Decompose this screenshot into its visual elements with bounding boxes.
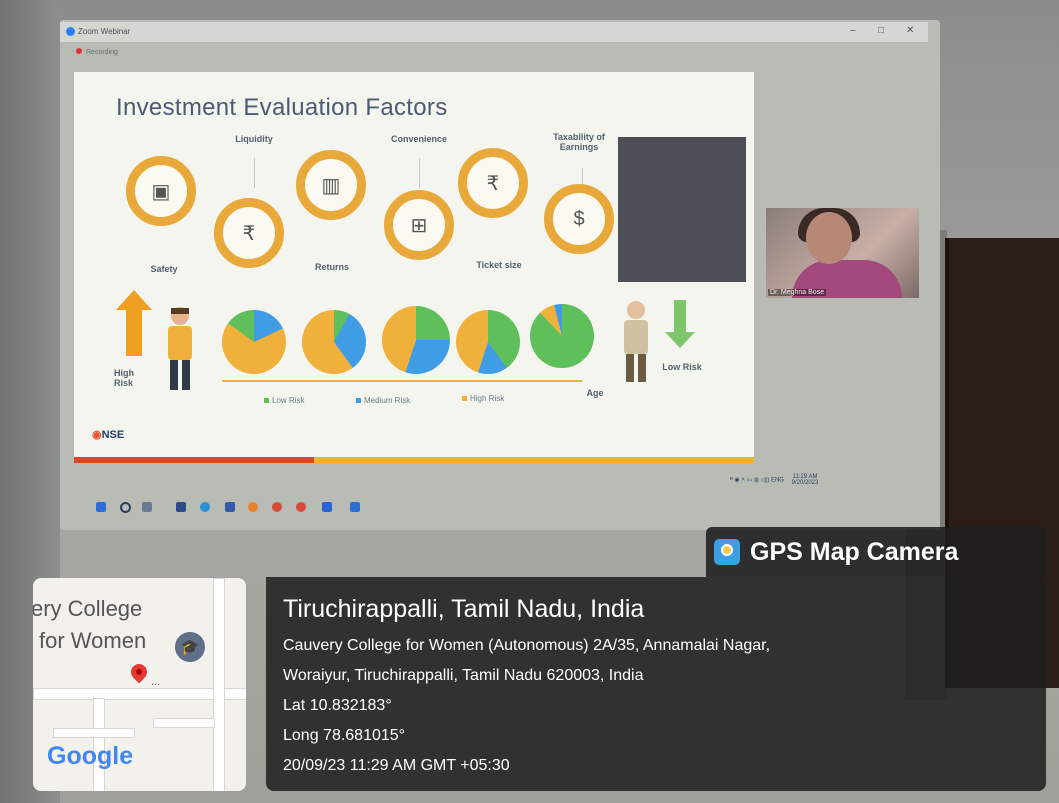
chrome-icon-2[interactable] [296,502,306,512]
photo-scene: Zoom Webinar – □ ✕ Recording Investment … [0,0,1059,803]
high-risk-arrow [116,290,152,356]
slide-title: Investment Evaluation Factors [116,94,448,121]
connector-line [419,158,420,188]
location-pin-icon [127,660,151,684]
file-explorer-icon[interactable] [176,502,186,512]
factor-label-convenience: Convenience [390,134,448,144]
slide-stripe [74,457,314,463]
close-button[interactable]: ✕ [906,25,914,36]
pie-chart-2 [302,310,366,374]
zoom-icon [66,27,75,36]
address-line-2: Woraiyur, Tiruchirappalli, Tamil Nadu 62… [283,667,644,684]
graduation-cap-icon: 🎓 [175,632,205,662]
map-road [153,718,215,728]
nse-icon: ◉ [92,429,102,441]
safety-factor: ▣ [126,156,196,226]
longitude: Long 78.681015° [283,727,406,744]
low-risk-arrow [665,300,695,348]
zoom-title-bar: Zoom Webinar – □ ✕ [60,22,928,42]
tray-language[interactable]: ENG [771,478,784,484]
factor-label-safety: Safety [150,264,178,274]
minimize-button[interactable]: – [850,25,856,36]
pie-chart-3 [382,306,450,374]
address-line-1: Cauvery College for Women (Autonomous) 2… [283,637,771,654]
connector-line [254,158,255,188]
tray-clock[interactable]: 11:29 AM 9/20/2023 [792,474,819,486]
location-info-panel: Tiruchirappalli, Tamil Nadu, India Cauve… [266,577,1046,791]
start-icon[interactable] [96,502,106,512]
legend-label: Medium Risk [364,396,411,405]
shared-screen-panel [618,137,746,282]
map-place-label: for Women [39,628,147,653]
google-logo: Google [47,742,133,771]
elderly-person-figure [624,301,648,382]
recording-label: Recording [86,49,118,56]
gps-camera-icon [714,539,740,565]
legend-high-risk: High Risk [462,394,504,403]
map-more: ... [151,676,161,688]
bar-chart-icon: ▥ [321,174,341,197]
legend-swatch [356,398,361,403]
factor-label-ticket-size: Ticket size [476,260,522,270]
google-logo-text: Google [47,742,134,770]
edge-icon[interactable] [200,502,210,512]
taxability-factor: $ [544,184,614,254]
zoom-window-title: Zoom Webinar [78,27,131,36]
speaker-name: Dr. Meghna Bose [768,289,827,296]
legend-medium-risk: Medium Risk [356,396,410,405]
pie-chart-1 [222,310,286,374]
age-axis-line [222,380,582,382]
convenience-factor: ⊞ [384,190,454,260]
record-icon [76,48,82,54]
high-risk-label: High Risk [114,368,134,388]
system-tray: ᴿ ◉ ˄ ▭ ◍ ◁)) ENG 11:29 AM 9/20/2023 [730,474,818,486]
latitude: Lat 10.832183° [283,697,392,714]
speaker-video-tile: Dr. Meghna Bose [766,208,919,298]
liquidity-factor: ₹ [214,198,284,268]
map-road [213,578,225,791]
ticket-size-factor: ₹ [458,148,528,218]
map-road [53,728,135,738]
factor-label-taxability: Taxability of Earnings [553,132,605,152]
search-icon[interactable] [120,502,131,513]
tray-icons[interactable]: ᴿ ◉ ˄ ▭ ◍ ◁)) [730,478,771,484]
gps-brand-text: GPS Map Camera [750,537,959,566]
low-risk-label: Low Risk [662,362,702,372]
map-place-label: ery College [33,596,143,621]
speaker-face [806,212,852,264]
tray-date: 9/20/2023 [791,480,819,486]
factor-label-liquidity: Liquidity [235,134,273,144]
location-city: Tiruchirappalli, Tamil Nadu, India [283,595,645,623]
returns-factor: ▥ [296,150,366,220]
legend-low-risk: Low Risk [264,396,304,405]
money-bag-icon: $ [573,207,585,230]
legend-swatch [264,398,269,403]
legend-swatch [462,396,467,401]
recording-indicator: Recording [76,48,118,56]
timestamp: 20/09/23 11:29 AM GMT +05:30 [283,757,510,774]
factor-label-returns: Returns [314,262,349,272]
young-person-figure [168,307,192,390]
pie-chart-4 [456,310,520,374]
maximize-button[interactable]: □ [878,25,884,36]
map-thumbnail: ery College for Women 🎓 ... Google [33,578,246,791]
age-label: Age [586,388,604,398]
task-view-icon[interactable] [142,502,152,512]
gps-map-camera-badge: GPS Map Camera [706,527,1046,577]
store-icon[interactable] [225,502,235,512]
zoom-taskbar-icon[interactable] [322,502,332,512]
nse-logo: ◉NSE [92,428,124,441]
chrome-icon[interactable] [272,502,282,512]
nse-logo-text: NSE [101,429,125,441]
legend-label: Low Risk [272,396,305,405]
legend-label: High Risk [470,394,505,403]
app-window-icon[interactable] [350,502,360,512]
cart-icon: ⊞ [410,214,428,237]
app-icon[interactable] [248,502,258,512]
safe-icon: ▣ [151,180,171,203]
rupee-tag-icon: ₹ [486,172,500,195]
pie-chart-5 [530,304,594,368]
rupee-drop-icon: ₹ [242,222,256,245]
